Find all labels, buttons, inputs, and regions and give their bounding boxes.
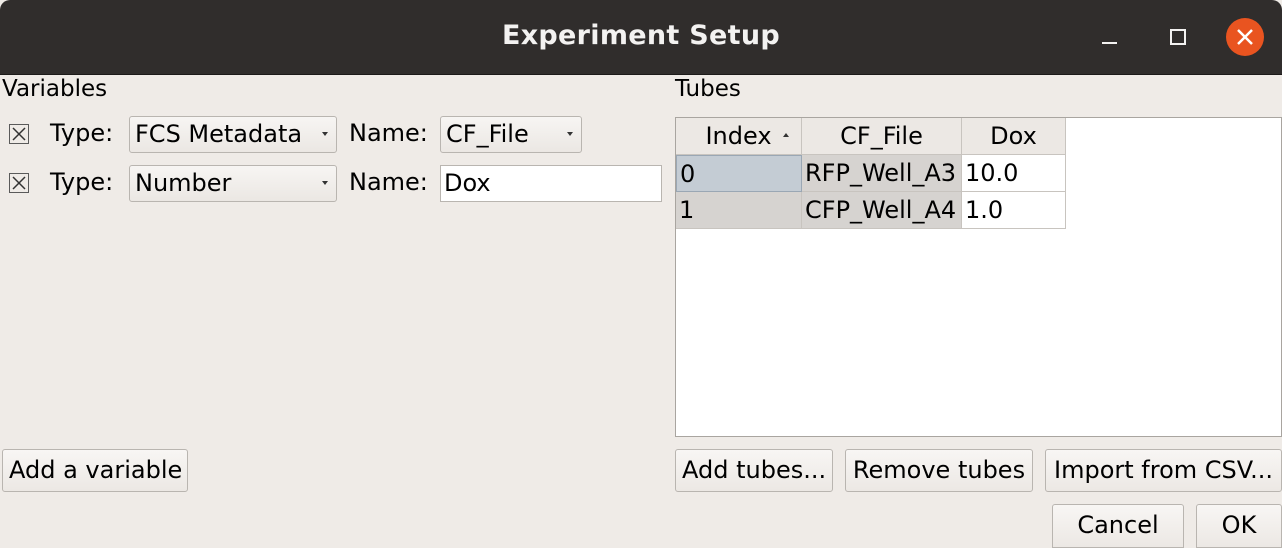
maximize-button[interactable] xyxy=(1159,18,1197,56)
maximize-icon xyxy=(1170,29,1186,45)
ok-button[interactable]: OK xyxy=(1196,504,1282,548)
type-select-value: Number xyxy=(135,169,232,197)
table-cell-index[interactable]: 1 xyxy=(676,192,802,229)
name-label: Name: xyxy=(349,119,428,147)
add-tubes-button[interactable]: Add tubes... xyxy=(675,449,833,492)
table-cell-index[interactable]: 0 xyxy=(676,155,802,192)
remove-variable-checkbox[interactable] xyxy=(9,124,29,144)
experiment-setup-window: Experiment Setup Variables Type: FCS Met… xyxy=(0,0,1282,548)
type-label: Type: xyxy=(50,168,114,196)
name-label: Name: xyxy=(349,168,428,196)
type-select[interactable]: FCS Metadata xyxy=(129,116,337,153)
title-bar[interactable]: Experiment Setup xyxy=(0,0,1282,75)
chevron-down-icon xyxy=(322,132,328,136)
column-header-index[interactable]: Index xyxy=(676,118,802,155)
cancel-button[interactable]: Cancel xyxy=(1052,504,1184,548)
column-header-dox[interactable]: Dox xyxy=(962,118,1066,155)
name-select[interactable]: CF_File xyxy=(440,116,582,153)
tubes-table[interactable]: Index CF_File Dox 0 RFP_Well_A3 10.0 1 C… xyxy=(675,117,1282,437)
close-button[interactable] xyxy=(1226,18,1264,56)
import-from-csv-button[interactable]: Import from CSV... xyxy=(1045,449,1282,492)
column-header-label: Index xyxy=(705,122,772,150)
type-label: Type: xyxy=(50,119,114,147)
sort-ascending-icon xyxy=(783,133,789,137)
close-icon xyxy=(1237,29,1253,45)
x-box-icon xyxy=(12,176,26,190)
name-select-value: CF_File xyxy=(446,120,529,148)
remove-variable-checkbox[interactable] xyxy=(9,173,29,193)
type-select[interactable]: Number xyxy=(129,165,337,202)
x-box-icon xyxy=(12,127,26,141)
remove-tubes-button[interactable]: Remove tubes xyxy=(845,449,1033,492)
chevron-down-icon xyxy=(322,181,328,185)
table-cell-cf-file[interactable]: RFP_Well_A3 xyxy=(802,155,962,192)
add-variable-button[interactable]: Add a variable xyxy=(2,449,188,492)
table-cell-dox[interactable]: 10.0 xyxy=(962,155,1066,192)
type-select-value: FCS Metadata xyxy=(135,120,303,148)
tubes-section-label: Tubes xyxy=(675,76,741,102)
chevron-down-icon xyxy=(567,132,573,136)
name-input[interactable]: Dox xyxy=(440,165,662,202)
minimize-icon xyxy=(1102,42,1117,44)
minimize-button[interactable] xyxy=(1090,18,1128,56)
column-header-cf-file[interactable]: CF_File xyxy=(802,118,962,155)
table-cell-dox[interactable]: 1.0 xyxy=(962,192,1066,229)
table-cell-cf-file[interactable]: CFP_Well_A4 xyxy=(802,192,962,229)
variables-section-label: Variables xyxy=(2,76,108,102)
